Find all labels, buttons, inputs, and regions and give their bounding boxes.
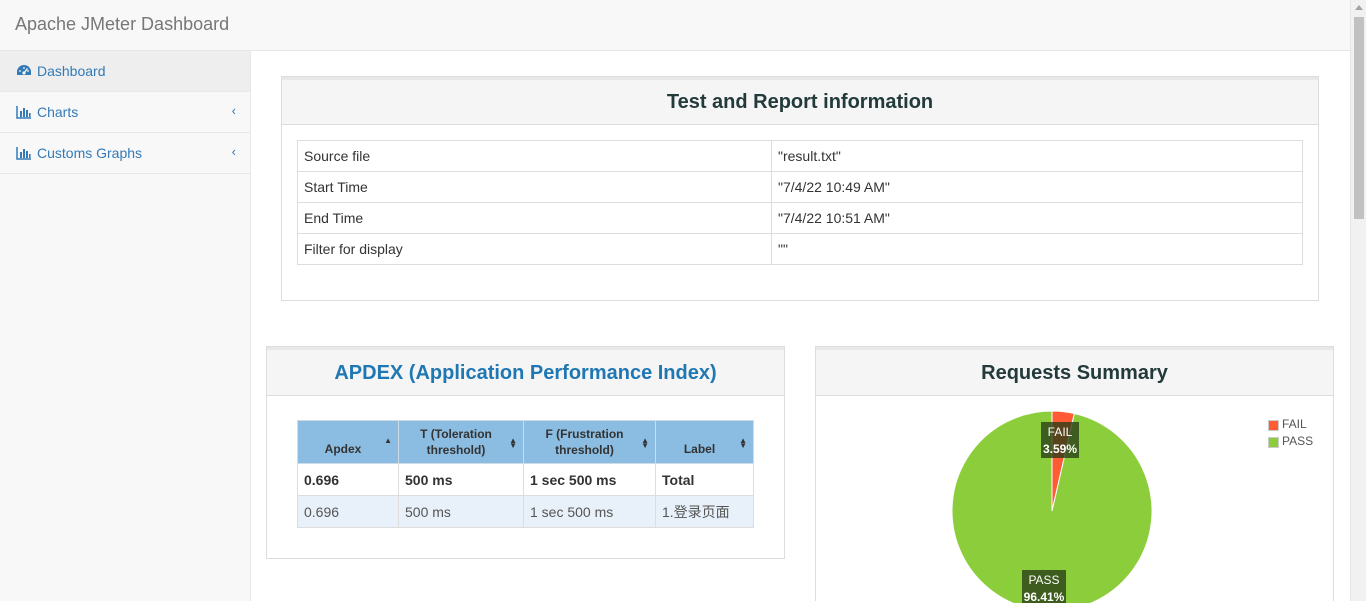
column-header-label: T (Toleration threshold)	[420, 427, 492, 457]
legend-label: PASS	[1282, 434, 1314, 448]
table-row: End Time "7/4/22 10:51 AM"	[297, 202, 1303, 234]
bar-chart-icon	[16, 106, 31, 119]
column-header-label: Label	[683, 442, 716, 456]
sidebar-item-customs-graphs[interactable]: Customs Graphs ‹	[0, 133, 250, 174]
apdex-title: APDEX (Application Performance Index)	[267, 347, 784, 396]
data-label-pass: PASS 96.41%	[1022, 570, 1066, 603]
sidebar-item-label: Dashboard	[37, 63, 106, 79]
scroll-thumb[interactable]	[1354, 17, 1364, 219]
legend-item-pass[interactable]: PASS	[1268, 434, 1313, 451]
app-title[interactable]: Apache JMeter Dashboard	[15, 14, 229, 35]
sidebar-item-charts[interactable]: Charts ‹	[0, 92, 250, 133]
apdex-table: Apdex ▲ T (Toleration threshold) ▲ ▼ F (F…	[297, 420, 754, 528]
top-navbar: Apache JMeter Dashboard	[0, 0, 1350, 51]
info-value: "7/4/22 10:49 AM"	[771, 171, 1303, 203]
sidebar-item-dashboard[interactable]: Dashboard	[0, 51, 250, 92]
report-info-panel: Test and Report information Source file …	[281, 76, 1319, 301]
table-row: Filter for display ""	[297, 233, 1303, 265]
requests-summary-panel: Requests Summary FAIL 3.59% PASS 96.41% FAI…	[815, 346, 1334, 603]
toleration-cell: 500 ms	[398, 495, 524, 528]
column-header-label: F (Frustration threshold)	[545, 427, 624, 457]
toleration-cell: 500 ms	[398, 463, 524, 496]
data-label-name: PASS	[1028, 573, 1059, 587]
chevron-left-icon[interactable]: ‹	[232, 103, 236, 118]
report-info-table: Source file "result.txt" Start Time "7/4…	[297, 140, 1303, 265]
table-row: Start Time "7/4/22 10:49 AM"	[297, 171, 1303, 203]
column-header-apdex[interactable]: Apdex ▲	[297, 420, 399, 464]
sort-icon[interactable]: ▲ ▼	[641, 437, 649, 450]
column-header-toleration[interactable]: T (Toleration threshold) ▲ ▼	[398, 420, 524, 464]
data-label-fail: FAIL 3.59%	[1041, 422, 1079, 458]
info-value: "7/4/22 10:51 AM"	[771, 202, 1303, 234]
column-header-frustration[interactable]: F (Frustration threshold) ▲ ▼	[523, 420, 656, 464]
column-header-label-col[interactable]: Label ▲ ▼	[655, 420, 754, 464]
label-cell: 1.登录页面	[655, 495, 754, 528]
info-key: End Time	[297, 202, 772, 234]
data-label-percent: 3.59%	[1043, 442, 1077, 456]
report-info-title: Test and Report information	[282, 77, 1318, 125]
chevron-left-icon[interactable]: ‹	[232, 144, 236, 159]
dashboard-icon	[17, 65, 31, 75]
bar-chart-icon	[16, 147, 31, 160]
sort-icon[interactable]: ▲ ▼	[739, 437, 747, 450]
data-label-name: FAIL	[1048, 425, 1073, 439]
column-header-label: Apdex	[324, 442, 362, 456]
scroll-up-arrow[interactable]	[1355, 5, 1363, 10]
sort-asc-icon[interactable]: ▲	[384, 437, 392, 445]
table-row: Source file "result.txt"	[297, 140, 1303, 172]
info-value: ""	[771, 233, 1303, 265]
sidebar-item-label: Customs Graphs	[37, 145, 143, 161]
apdex-panel: APDEX (Application Performance Index) Ap…	[266, 346, 785, 559]
data-label-percent: 96.41%	[1024, 590, 1065, 603]
requests-summary-title: Requests Summary	[816, 347, 1333, 396]
info-key: Filter for display	[297, 233, 772, 265]
frustration-cell: 1 sec 500 ms	[523, 495, 656, 528]
legend-label: FAIL	[1282, 417, 1307, 431]
vertical-scrollbar[interactable]	[1350, 0, 1366, 601]
info-key: Source file	[297, 140, 772, 172]
legend-swatch	[1268, 420, 1279, 431]
info-value: "result.txt"	[771, 140, 1303, 172]
chart-legend: FAIL PASS	[1268, 417, 1313, 451]
frustration-cell: 1 sec 500 ms	[523, 463, 656, 496]
sort-icon[interactable]: ▲ ▼	[509, 437, 517, 450]
legend-swatch	[1268, 437, 1279, 448]
info-key: Start Time	[297, 171, 772, 203]
table-header-row: Apdex ▲ T (Toleration threshold) ▲ ▼ F (F…	[297, 420, 754, 464]
legend-item-fail[interactable]: FAIL	[1268, 417, 1313, 434]
sidebar: Dashboard Charts ‹ Customs Graphs ‹	[0, 51, 251, 601]
table-row[interactable]: 0.696 500 ms 1 sec 500 ms 1.登录页面	[297, 495, 754, 528]
table-row-total[interactable]: 0.696 500 ms 1 sec 500 ms Total	[297, 463, 754, 496]
apdex-cell: 0.696	[297, 495, 399, 528]
requests-pie-chart[interactable]: FAIL 3.59% PASS 96.41%	[816, 396, 1333, 603]
label-cell: Total	[655, 463, 754, 496]
sidebar-item-label: Charts	[37, 104, 79, 120]
apdex-cell: 0.696	[297, 463, 399, 496]
